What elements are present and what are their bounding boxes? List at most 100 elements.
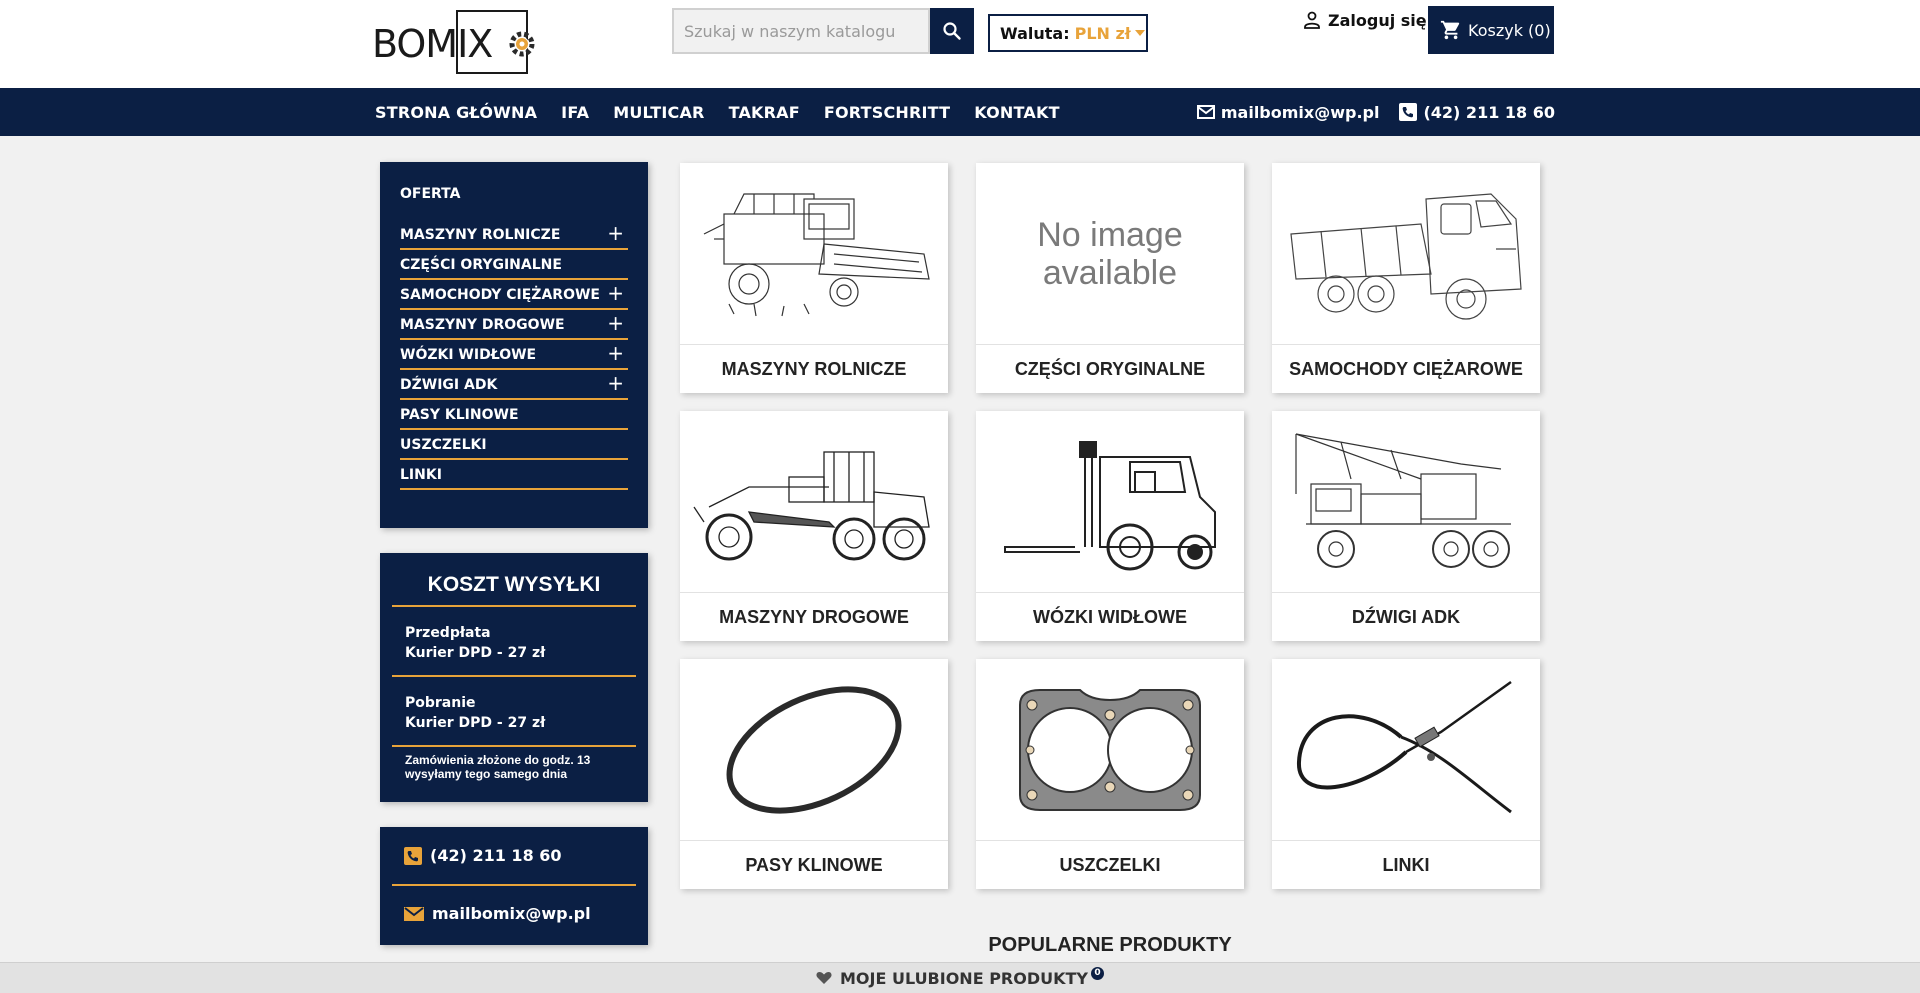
- category-list: MASZYNY ROLNICZE + CZĘŚCI ORYGINALNE SAMO…: [400, 220, 628, 490]
- category-caption: USZCZELKI: [1059, 854, 1161, 875]
- shipping-title: KOSZT WYSYŁKI: [392, 553, 636, 607]
- category-menu: OFERTA MASZYNY ROLNICZE + CZĘŚCI ORYGINAL…: [380, 162, 648, 528]
- favorites-count-badge: 0: [1091, 966, 1105, 980]
- cart-label: Koszyk (0): [1468, 20, 1551, 40]
- expand-plus-icon[interactable]: +: [607, 313, 624, 333]
- category-card-pasy-klinowe[interactable]: PASY KLINOWE: [680, 659, 948, 889]
- cable-image: [1272, 659, 1540, 841]
- category-card-uszczelki[interactable]: USZCZELKI: [976, 659, 1244, 889]
- contact-email-link[interactable]: mailbomix@wp.pl: [392, 886, 636, 941]
- category-card-linki[interactable]: LINKI: [1272, 659, 1540, 889]
- caret-down-icon: [1134, 30, 1145, 36]
- v-belt-image: [680, 659, 948, 841]
- nav-phone: (42) 211 18 60: [1423, 102, 1555, 122]
- popular-products-heading: POPULARNE PRODUKTY: [988, 934, 1232, 956]
- category-caption: WÓZKI WIDŁOWE: [1033, 606, 1187, 627]
- header: BOMIX Waluta: PLN zł Zaloguj się: [0, 0, 1920, 88]
- nav-menu: STRONA GŁÓWNA IFA MULTICAR TAKRAF FORTSC…: [375, 88, 1060, 136]
- expand-plus-icon[interactable]: +: [607, 223, 624, 243]
- logo-text: BOMIX: [372, 22, 493, 66]
- search-icon: [943, 22, 961, 40]
- nav-item-ifa[interactable]: IFA: [561, 103, 589, 122]
- shipping-note: Zamówienia złożone do godz. 13 wysyłamy …: [392, 747, 636, 781]
- cart-icon: [1440, 20, 1460, 40]
- category-card-samochody-ciezarowe[interactable]: SAMOCHODY CIĘŻAROWE: [1272, 163, 1540, 393]
- category-caption: CZĘŚCI ORYGINALNE: [1014, 358, 1206, 379]
- expand-plus-icon[interactable]: +: [607, 373, 624, 393]
- search-input[interactable]: [672, 8, 930, 54]
- currency-selector[interactable]: Waluta: PLN zł: [988, 14, 1148, 52]
- sidebar-item-label: WÓZKI WIDŁOWE: [400, 347, 537, 363]
- currency-label: Waluta:: [1000, 23, 1070, 43]
- sidebar-item-label: MASZYNY DROGOWE: [400, 317, 565, 333]
- category-caption: SAMOCHODY CIĘŻAROWE: [1289, 358, 1523, 379]
- nav-item-multicar[interactable]: MULTICAR: [613, 103, 704, 122]
- sidebar-item-label: LINKI: [400, 467, 442, 483]
- sidebar-item-uszczelki[interactable]: USZCZELKI: [400, 430, 628, 460]
- sidebar-item-label: SAMOCHODY CIĘŻAROWE: [400, 287, 600, 303]
- main-nav: STRONA GŁÓWNA IFA MULTICAR TAKRAF FORTSC…: [0, 88, 1920, 136]
- category-card-maszyny-rolnicze[interactable]: MASZYNY ROLNICZE: [680, 163, 948, 393]
- expand-plus-icon[interactable]: +: [607, 283, 624, 303]
- shipping-cost-box: KOSZT WYSYŁKI Przedpłata Kurier DPD - 27…: [380, 553, 648, 802]
- nav-item-takraf[interactable]: TAKRAF: [729, 103, 800, 122]
- sidebar-item-label: PASY KLINOWE: [400, 407, 519, 423]
- category-card-czesci-oryginalne[interactable]: No image available CZĘŚCI ORYGINALNE: [976, 163, 1244, 393]
- phone-icon: [1399, 103, 1418, 121]
- nav-item-kontakt[interactable]: KONTAKT: [974, 103, 1059, 122]
- shipping-note-line: Zamówienia złożone do godz. 13: [405, 753, 591, 767]
- category-caption: LINKI: [1382, 854, 1430, 875]
- forklift-image: [976, 411, 1244, 593]
- contact-email: mailbomix@wp.pl: [432, 904, 591, 923]
- sidebar-item-samochody-ciezarowe[interactable]: SAMOCHODY CIĘŻAROWE +: [400, 280, 628, 310]
- shipping-method: Przedpłata: [405, 625, 491, 641]
- nav-item-fortschritt[interactable]: FORTSCHRITT: [824, 103, 950, 122]
- truck-crane-image: [1272, 411, 1540, 593]
- shipping-row-prepaid: Przedpłata Kurier DPD - 27 zł: [392, 607, 636, 677]
- mail-icon: [1196, 105, 1215, 119]
- user-icon: [1304, 11, 1320, 29]
- shipping-price: Kurier DPD - 27 zł: [405, 645, 546, 661]
- category-card-maszyny-drogowe[interactable]: MASZYNY DROGOWE: [680, 411, 948, 641]
- sidebar-item-linki[interactable]: LINKI: [400, 460, 628, 490]
- nav-email: mailbomix@wp.pl: [1220, 102, 1380, 122]
- nav-email-link[interactable]: mailbomix@wp.pl: [1196, 102, 1380, 122]
- nav-item-home[interactable]: STRONA GŁÓWNA: [375, 103, 537, 122]
- placeholder-text: No image: [1037, 215, 1183, 254]
- no-image-placeholder: No image available: [976, 163, 1244, 345]
- sidebar-item-label: CZĘŚCI ORYGINALNE: [400, 257, 562, 273]
- sidebar-item-label: DŹWIGI ADK: [400, 377, 498, 393]
- sidebar-item-czesci-oryginalne[interactable]: CZĘŚCI ORYGINALNE: [400, 250, 628, 280]
- contact-phone: (42) 211 18 60: [430, 846, 562, 865]
- shipping-row-cod: Pobranie Kurier DPD - 27 zł: [392, 677, 636, 747]
- bomix-logo[interactable]: BOMIX: [372, 8, 536, 78]
- sidebar-item-label: MASZYNY ROLNICZE: [400, 227, 561, 243]
- nav-contact: mailbomix@wp.pl (42) 211 18 60: [1196, 88, 1555, 136]
- sidebar-item-dzwigi-adk[interactable]: DŹWIGI ADK +: [400, 370, 628, 400]
- gear-icon: [509, 31, 535, 57]
- search-button[interactable]: [930, 8, 974, 54]
- currency-value: PLN zł: [1074, 23, 1131, 43]
- favorites-bar[interactable]: MOJE ULUBIONE PRODUKTY 0: [0, 962, 1920, 993]
- shipping-method: Pobranie: [405, 695, 476, 711]
- sidebar-item-maszyny-drogowe[interactable]: MASZYNY DROGOWE +: [400, 310, 628, 340]
- sidebar-item-wozki-widlowe[interactable]: WÓZKI WIDŁOWE +: [400, 340, 628, 370]
- category-card-dzwigi-adk[interactable]: DŹWIGI ADK: [1272, 411, 1540, 641]
- category-caption: MASZYNY ROLNICZE: [721, 358, 907, 379]
- login-link[interactable]: Zaloguj się: [1302, 8, 1427, 32]
- dump-truck-image: [1272, 163, 1540, 345]
- sidebar-item-maszyny-rolnicze[interactable]: MASZYNY ROLNICZE +: [400, 220, 628, 250]
- shipping-note-line: wysyłamy tego samego dnia: [405, 767, 568, 781]
- head-gasket-image: [976, 659, 1244, 841]
- sidebar-item-pasy-klinowe[interactable]: PASY KLINOWE: [400, 400, 628, 430]
- category-card-wozki-widlowe[interactable]: WÓZKI WIDŁOWE: [976, 411, 1244, 641]
- heart-icon: [816, 972, 832, 984]
- expand-plus-icon[interactable]: +: [607, 343, 624, 363]
- category-caption: MASZYNY DROGOWE: [719, 606, 909, 627]
- contact-phone-link[interactable]: (42) 211 18 60: [392, 827, 636, 886]
- category-caption: PASY KLINOWE: [745, 854, 883, 875]
- nav-phone-link[interactable]: (42) 211 18 60: [1399, 103, 1555, 122]
- menu-title: OFERTA: [400, 186, 461, 202]
- login-label: Zaloguj się: [1328, 10, 1427, 30]
- cart-button[interactable]: Koszyk (0): [1428, 6, 1554, 54]
